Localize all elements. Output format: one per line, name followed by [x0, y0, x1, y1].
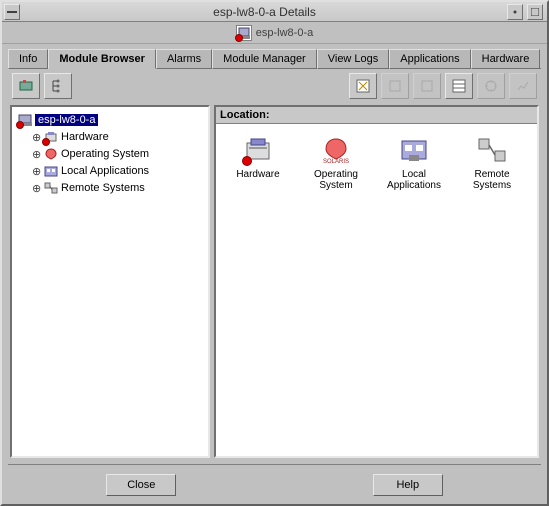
expand-handle-icon[interactable]: ⊕ [32, 182, 41, 195]
titlebar: esp-lw8-0-a Details [2, 2, 547, 22]
hardware-icon [44, 130, 58, 144]
minimize-icon [511, 8, 519, 16]
remote-icon [44, 181, 58, 195]
dash-icon [7, 11, 17, 13]
apps-icon [398, 134, 430, 166]
toolbar-view-button[interactable] [445, 73, 473, 99]
host-name-label: esp-lw8-0-a [256, 27, 313, 39]
tab-module-browser[interactable]: Module Browser [48, 49, 156, 69]
toolbar-refresh-button[interactable] [349, 73, 377, 99]
toolbar [8, 69, 541, 103]
tab-alarms[interactable]: Alarms [156, 49, 212, 69]
detail-item-label: Operating System [302, 169, 370, 191]
solaris-icon: SOLARIS [320, 134, 352, 166]
detail-item-label: Hardware [236, 169, 279, 180]
refresh-icon [355, 78, 371, 94]
toolbar-graph-button [509, 73, 537, 99]
tab-module-manager[interactable]: Module Manager [212, 49, 317, 69]
location-header: Location: [216, 107, 537, 124]
expand-tree-icon [50, 78, 66, 94]
tree-pane: esp-lw8-0-a ⊕ Hardware ⊕ Operating Syste… [10, 105, 210, 458]
detail-item-hardware[interactable]: Hardware [224, 134, 292, 191]
toolbar-button-2 [381, 73, 409, 99]
alert-badge-icon [242, 156, 252, 166]
detail-item-os[interactable]: SOLARIS Operating System [302, 134, 370, 191]
host-icon [18, 113, 32, 127]
expand-handle-icon[interactable]: ⊕ [32, 165, 41, 178]
tree-node-remote[interactable]: ⊕ Remote Systems [16, 180, 204, 196]
expand-handle-icon[interactable]: ⊕ [32, 148, 41, 161]
alert-badge-icon [42, 138, 50, 146]
tree-node-label: Hardware [61, 131, 109, 143]
svg-text:SOLARIS: SOLARIS [323, 159, 349, 165]
tree-node-os[interactable]: ⊕ Operating System [16, 146, 204, 162]
alert-badge-icon [16, 121, 24, 129]
tab-bar: Info Module Browser Alarms Module Manage… [2, 44, 547, 68]
tree-node-label: Local Applications [61, 165, 149, 177]
window-title: esp-lw8-0-a Details [22, 5, 507, 19]
detail-item-label: Remote Systems [458, 169, 526, 191]
toolbar-module-button[interactable] [12, 73, 40, 99]
tab-info[interactable]: Info [8, 49, 48, 69]
list-view-icon [451, 78, 467, 94]
graph-icon [515, 78, 531, 94]
content-area: esp-lw8-0-a ⊕ Hardware ⊕ Operating Syste… [8, 68, 541, 504]
split-panes: esp-lw8-0-a ⊕ Hardware ⊕ Operating Syste… [8, 103, 541, 460]
detail-item-remote[interactable]: Remote Systems [458, 134, 526, 191]
remote-icon [476, 134, 508, 166]
square-icon [387, 78, 403, 94]
maximize-button[interactable] [527, 4, 543, 20]
tree-node-hardware[interactable]: ⊕ Hardware [16, 129, 204, 145]
tree-node-local-apps[interactable]: ⊕ Local Applications [16, 163, 204, 179]
window-menu-button[interactable] [4, 4, 20, 20]
toolbar-expand-button[interactable] [44, 73, 72, 99]
tree-root-node[interactable]: esp-lw8-0-a [16, 112, 204, 128]
bottom-button-bar: Close Help [8, 464, 541, 504]
square-icon [419, 78, 435, 94]
tab-hardware[interactable]: Hardware [471, 49, 541, 69]
expand-handle-icon[interactable]: ⊕ [32, 131, 41, 144]
apps-icon [44, 164, 58, 178]
maximize-icon [531, 8, 539, 16]
tree-root-label: esp-lw8-0-a [35, 114, 98, 126]
details-window: esp-lw8-0-a Details esp-lw8-0-a Info Mod… [0, 0, 549, 506]
hardware-icon [242, 134, 274, 166]
minimize-button[interactable] [507, 4, 523, 20]
tab-view-logs[interactable]: View Logs [317, 49, 390, 69]
tab-applications[interactable]: Applications [389, 49, 470, 69]
detail-pane: Location: Hardware SOLARIS Operating S [214, 105, 539, 458]
probe-icon [483, 78, 499, 94]
module-icon [18, 78, 34, 94]
toolbar-probe-button [477, 73, 505, 99]
host-icon [236, 25, 252, 41]
detail-item-local-apps[interactable]: Local Applications [380, 134, 448, 191]
tree-node-label: Remote Systems [61, 182, 145, 194]
host-header: esp-lw8-0-a [2, 22, 547, 44]
toolbar-button-3 [413, 73, 441, 99]
close-button[interactable]: Close [106, 474, 176, 496]
tree-node-label: Operating System [61, 148, 149, 160]
alert-badge-icon [235, 34, 243, 42]
detail-item-label: Local Applications [380, 169, 448, 191]
icon-grid: Hardware SOLARIS Operating System Local … [220, 130, 533, 195]
os-icon [44, 147, 58, 161]
help-button[interactable]: Help [373, 474, 443, 496]
